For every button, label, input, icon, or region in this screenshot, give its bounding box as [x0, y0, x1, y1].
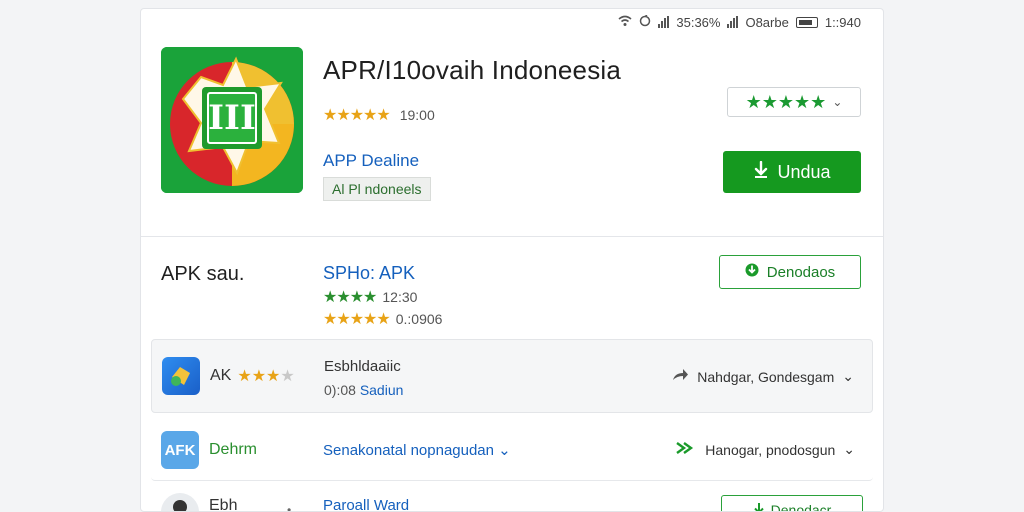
download-button-label: Denodaos [766, 263, 836, 281]
avatar [161, 493, 199, 511]
rating-value: 12:30 [382, 289, 418, 305]
chevron-down-icon: ⌄ [842, 368, 854, 384]
list-item-action[interactable]: Hanogar, pnodosgun ⌄ [675, 441, 855, 458]
download-icon [753, 160, 769, 184]
list-item-action-label: Hanogar, pnodosgun [705, 441, 836, 458]
list-item-meta: 0):08 Sadiun [324, 382, 403, 398]
separator-dot: • [287, 503, 292, 512]
category-tag[interactable]: Al Pl ndoneels [323, 177, 431, 201]
rating-stars-icon: ★★★★★ [323, 107, 391, 124]
list-item-subtitle[interactable]: Senakonatal nopnagudan ⌄ [323, 441, 511, 459]
app-puzzle-icon [162, 357, 200, 395]
list-item-label: AK ★★★ ★ [210, 366, 295, 386]
rating-stars-icon: ★★★★ [323, 289, 377, 306]
list-item-subtitle[interactable]: Paroall Ward [323, 497, 409, 511]
section-rating-1: ★★★★ 12:30 [323, 287, 417, 307]
list-item-action-label: Nahdgar, Gondesgam [697, 368, 835, 385]
share-icon [671, 368, 689, 385]
rating-stars-icon: ★★★★★ [323, 311, 391, 328]
download-button-label: Denodacr [770, 502, 832, 512]
app-title: APR/I10ovaih Indoneesia [323, 55, 622, 85]
rate-stars-icon: ★★★★★ [745, 91, 827, 112]
list-item[interactable]: AK ★★★ ★ Esbhldaaiic 0):08 Sadiun Nahdga… [151, 339, 873, 413]
rating-value: 19:00 [399, 107, 435, 123]
install-button-label: Undua [777, 161, 831, 182]
apk-app-icon: AFK [161, 431, 199, 469]
section-label: APK sau. [161, 263, 245, 285]
app-rating: ★★★★★ 19:00 [323, 105, 435, 125]
developer-link[interactable]: APP Dealine [323, 151, 419, 171]
section-rating-2: ★★★★★ 0.:0906 [323, 309, 442, 329]
download-outline-button[interactable]: Denodacr [721, 495, 863, 512]
list-item-title: AK [210, 367, 232, 384]
chevron-down-icon: ⌄ [498, 442, 511, 459]
chevron-down-icon: ⌄ [832, 95, 843, 109]
list-item-subtitle: Esbhldaaiic [324, 358, 401, 375]
download-icon [745, 262, 759, 282]
apk-section: APK sau. SPHo: APK ★★★★ 12:30 ★★★★★ 0.:0… [141, 237, 883, 335]
download-icon [753, 502, 765, 511]
section-app-name[interactable]: SPHo: APK [323, 263, 415, 284]
rating-stars-icon: ★★★ [237, 368, 281, 385]
install-button[interactable]: Undua [723, 151, 861, 193]
list-item-action[interactable]: Nahdgar, Gondesgam ⌄ [671, 368, 854, 385]
list-item-title: Dehrm [209, 441, 258, 458]
rate-dropdown[interactable]: ★★★★★ ⌄ [727, 87, 861, 117]
list-item-title: Ebh [209, 497, 238, 512]
list-item[interactable]: Ebh • Paroall Ward Denodacr [151, 483, 873, 512]
download-outline-button[interactable]: Denodaos [719, 255, 861, 289]
app-store-page: 35:36% O8arbe 1::940 III APR/I10ovaih In… [140, 8, 884, 512]
rating-value: 0.:0906 [395, 311, 443, 327]
chevron-down-icon: ⌄ [843, 441, 855, 457]
forward-arrows-icon [675, 441, 697, 458]
list-item-subtitle-text: Senakonatal nopnagudan [323, 442, 494, 459]
list-item[interactable]: AFK Dehrm Senakonatal nopnagudan ⌄ Hanog… [151, 415, 873, 481]
empty-star-icon: ★ [280, 368, 295, 385]
app-header: III APR/I10ovaih Indoneesia ★★★★★ 19:00 … [141, 9, 883, 237]
list-item-link[interactable]: Sadiun [360, 382, 404, 398]
app-logo-icon: III [161, 47, 303, 193]
list-item-meta-prefix: 0):08 [324, 382, 356, 398]
svg-text:III: III [208, 98, 256, 138]
